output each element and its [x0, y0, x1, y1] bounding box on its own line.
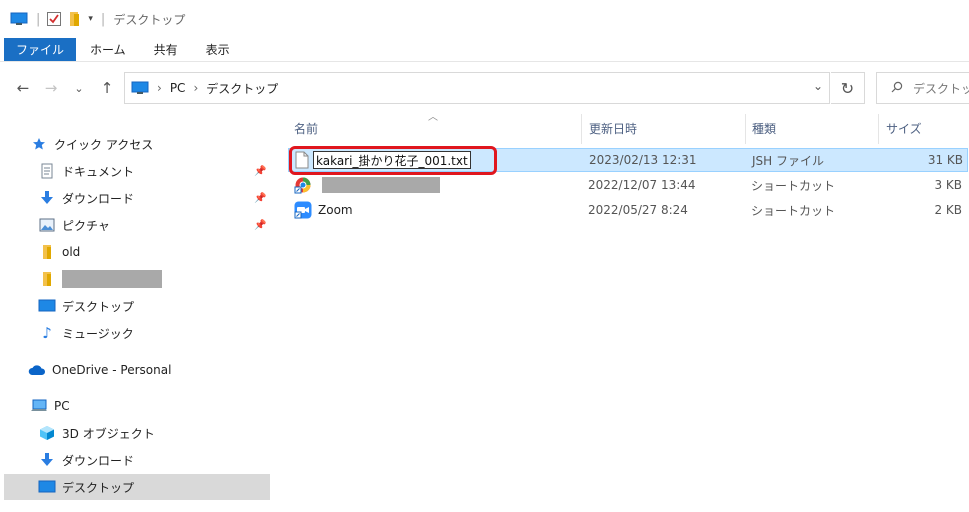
search-box[interactable]: デスクトップの検索	[876, 72, 969, 104]
file-row[interactable]: 2022/12/07 13:44 ショートカット 3 KB	[288, 173, 968, 197]
pin-icon[interactable]: 📌	[254, 166, 266, 177]
file-row[interactable]: Zoom 2022/05/27 8:24 ショートカット 2 KB	[288, 198, 968, 222]
column-header-type[interactable]: 種類	[752, 112, 878, 144]
pin-icon[interactable]: 📌	[254, 220, 266, 231]
nav-pc-desktop[interactable]: デスクトップ	[4, 474, 270, 500]
recent-locations-chevron-icon[interactable]: ⌄	[68, 77, 90, 99]
column-header-name[interactable]: 名前	[294, 112, 580, 144]
forward-arrow-icon[interactable]: →	[40, 77, 62, 99]
tab-file[interactable]: ファイル	[4, 38, 77, 61]
file-date: 2023/02/13 12:31	[589, 153, 697, 167]
address-bar[interactable]: › PC › デスクトップ ⌄	[124, 72, 830, 104]
title-bar: | ▾ | デスクトップ	[0, 0, 969, 38]
file-type: JSH ファイル	[752, 153, 824, 168]
file-name-cell	[294, 173, 440, 197]
nav-folder-old[interactable]: old	[0, 239, 270, 265]
file-size: 3 KB	[934, 178, 962, 192]
file-type: ショートカット	[751, 203, 836, 218]
navigation-pane: クイック アクセス ドキュメント 📌 ダウンロード 📌 ピクチャ 📌 old デ…	[0, 118, 272, 512]
pictures-icon	[38, 217, 56, 233]
column-divider[interactable]	[745, 114, 746, 144]
nav-folder-redacted[interactable]	[0, 266, 270, 292]
separator: |	[100, 11, 106, 27]
file-name-cell: Zoom	[294, 198, 353, 222]
nav-desktop[interactable]: デスクトップ	[0, 293, 270, 319]
nav-onedrive[interactable]: OneDrive - Personal	[0, 357, 270, 383]
column-header-date[interactable]: 更新日時	[589, 112, 745, 144]
download-arrow-icon	[38, 190, 56, 206]
redacted-label	[62, 270, 162, 288]
tab-view[interactable]: 表示	[192, 38, 244, 61]
tab-share[interactable]: 共有	[140, 38, 192, 61]
download-arrow-icon	[38, 452, 56, 468]
desktop-icon	[38, 298, 56, 314]
star-icon	[30, 136, 48, 152]
nav-documents[interactable]: ドキュメント 📌	[0, 158, 270, 184]
nav-3d-objects[interactable]: 3D オブジェクト	[0, 420, 270, 446]
file-size: 2 KB	[934, 203, 962, 217]
document-icon	[38, 163, 56, 179]
desktop-icon	[38, 479, 56, 495]
nav-pc-downloads[interactable]: ダウンロード	[0, 447, 270, 473]
window-title: デスクトップ	[113, 12, 186, 27]
folder-icon	[38, 271, 56, 287]
breadcrumb-pc[interactable]: PC	[170, 81, 186, 95]
file-size: 31 KB	[927, 153, 963, 167]
shortcut-app-icon	[294, 176, 312, 194]
computer-icon[interactable]	[10, 12, 28, 26]
cube-icon	[38, 425, 56, 441]
file-date: 2022/12/07 13:44	[588, 178, 696, 192]
music-note-icon: ♪	[42, 324, 52, 342]
properties-check-icon[interactable]	[46, 11, 62, 27]
refresh-icon: ↻	[840, 78, 855, 98]
navigation-bar: ← → ⌄ ↑ › PC › デスクトップ ⌄ ↻ デスクトップの検索	[0, 66, 969, 110]
new-folder-icon[interactable]	[68, 11, 82, 27]
refresh-button[interactable]: ↻	[831, 72, 865, 104]
separator: |	[36, 11, 41, 27]
nav-downloads[interactable]: ダウンロード 📌	[0, 185, 270, 211]
breadcrumb-desktop[interactable]: デスクトップ	[206, 80, 278, 97]
cloud-icon	[28, 362, 46, 378]
up-arrow-icon[interactable]: ↑	[96, 77, 118, 99]
tab-home[interactable]: ホーム	[76, 38, 140, 61]
search-icon	[891, 81, 903, 96]
redacted-file-name	[322, 177, 440, 193]
file-type: ショートカット	[751, 178, 836, 193]
address-dropdown-chevron-icon[interactable]: ⌄	[813, 79, 823, 93]
pin-icon[interactable]: 📌	[254, 193, 266, 204]
search-placeholder: デスクトップの検索	[913, 81, 969, 96]
breadcrumb-separator-icon[interactable]: ›	[193, 81, 198, 95]
nav-music[interactable]: ♪ ミュージック	[0, 320, 270, 346]
nav-quick-access[interactable]: クイック アクセス	[0, 131, 270, 157]
rename-highlight-annotation	[289, 146, 497, 175]
file-date: 2022/05/27 8:24	[588, 203, 688, 217]
ribbon-tabs: ファイル ホーム 共有 表示	[0, 38, 969, 62]
nav-pictures[interactable]: ピクチャ 📌	[0, 212, 270, 238]
customize-quick-access-dropdown-icon[interactable]: ▾	[88, 14, 93, 24]
computer-icon	[131, 81, 149, 95]
folder-icon	[38, 244, 56, 260]
breadcrumb-separator-icon[interactable]: ›	[157, 81, 162, 95]
zoom-app-icon	[294, 201, 312, 219]
column-header-size[interactable]: サイズ	[886, 112, 966, 144]
column-divider[interactable]	[581, 114, 582, 144]
pc-icon	[30, 398, 48, 414]
nav-pc[interactable]: PC	[0, 393, 270, 419]
back-arrow-icon[interactable]: ←	[12, 77, 34, 99]
file-name: Zoom	[318, 203, 353, 217]
column-divider[interactable]	[878, 114, 879, 144]
